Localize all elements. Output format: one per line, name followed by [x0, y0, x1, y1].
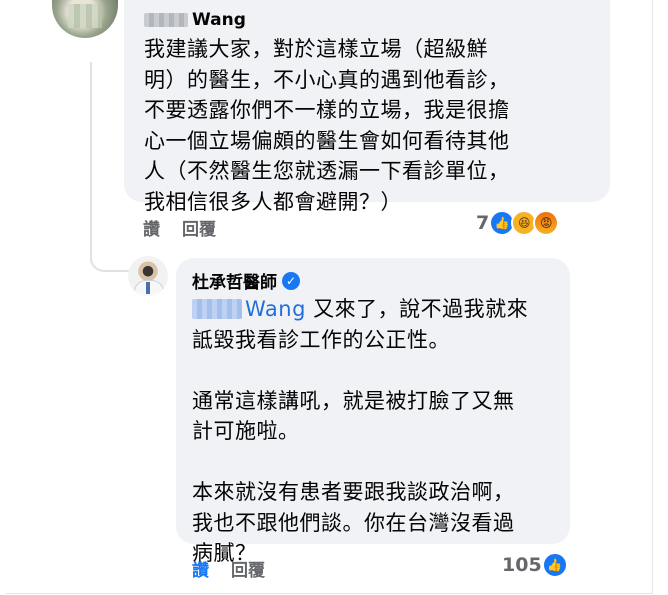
reaction-count: 105 — [502, 554, 542, 576]
like-button[interactable]: 讚 — [143, 215, 160, 240]
comment-line: 人（不然醫生您就透漏一下看診單位， — [144, 159, 510, 183]
like-icon: 👍 — [541, 552, 568, 578]
comment-line: 我相信很多人都會避開？） — [144, 189, 402, 214]
comment-line: 不要透露你們不一樣的立場，我是很擔 — [144, 98, 510, 122]
mention-link[interactable]: Wang — [245, 297, 306, 321]
like-button[interactable]: 讚 — [192, 556, 209, 581]
reply-button[interactable]: 回覆 — [182, 215, 216, 240]
avatar-tie — [146, 282, 150, 294]
avatar[interactable] — [128, 256, 168, 296]
thread-connector-curve — [90, 230, 130, 272]
reply-line: Wang 又來了，說不過我就來 — [192, 294, 528, 325]
comment-line: 心一個立場偏頗的醫生會如何看待其他 — [144, 128, 510, 153]
verified-badge-icon: ✓ — [282, 271, 300, 290]
reply-actions: 讚 回覆 — [192, 556, 265, 581]
reaction-count: 7 — [476, 212, 490, 234]
author-name[interactable]: Wang — [192, 10, 246, 30]
reply-line: 我也不跟他們談。你在台灣沒看過 — [192, 510, 515, 535]
reply-line: 詆毀我看診工作的公正性。 — [192, 327, 450, 352]
reaction-summary[interactable]: 7 👍 😆 😡 — [476, 210, 560, 236]
redacted-name — [144, 13, 188, 27]
blurred-avatar-face — [68, 4, 102, 28]
reply-text: Wang 又來了，說不過我就來 詆毀我看診工作的公正性。 通常這樣講吼，就是被打… — [192, 294, 528, 569]
reply-line-text: 又來了，說不過我就來 — [305, 297, 529, 321]
comment-line: 我建議大家，對於這樣立場（超級鮮 — [144, 37, 488, 61]
comment-author[interactable]: Wang — [144, 10, 246, 30]
reaction-summary[interactable]: 105 👍 — [502, 552, 568, 578]
reply-line: 本來就沒有患者要跟我談政治啊， — [192, 480, 515, 504]
reply-line: 通常這樣講吼，就是被打臉了又無 — [192, 388, 515, 413]
redacted-mention — [192, 299, 242, 319]
comment-text: 我建議大家，對於這樣立場（超級鮮 明）的醫生，不小心真的遇到他看診， 不要透露你… — [144, 34, 510, 217]
reply-line: 計可施啦。 — [192, 419, 300, 443]
reply-button[interactable]: 回覆 — [231, 556, 265, 581]
comment-line: 明）的醫生，不小心真的遇到他看診， — [144, 67, 510, 92]
comment-actions: 讚 回覆 — [143, 215, 216, 240]
angry-icon: 😡 — [533, 210, 560, 236]
reply-author[interactable]: 杜承哲醫師 ✓ — [192, 268, 300, 293]
author-name[interactable]: 杜承哲醫師 — [192, 268, 277, 293]
